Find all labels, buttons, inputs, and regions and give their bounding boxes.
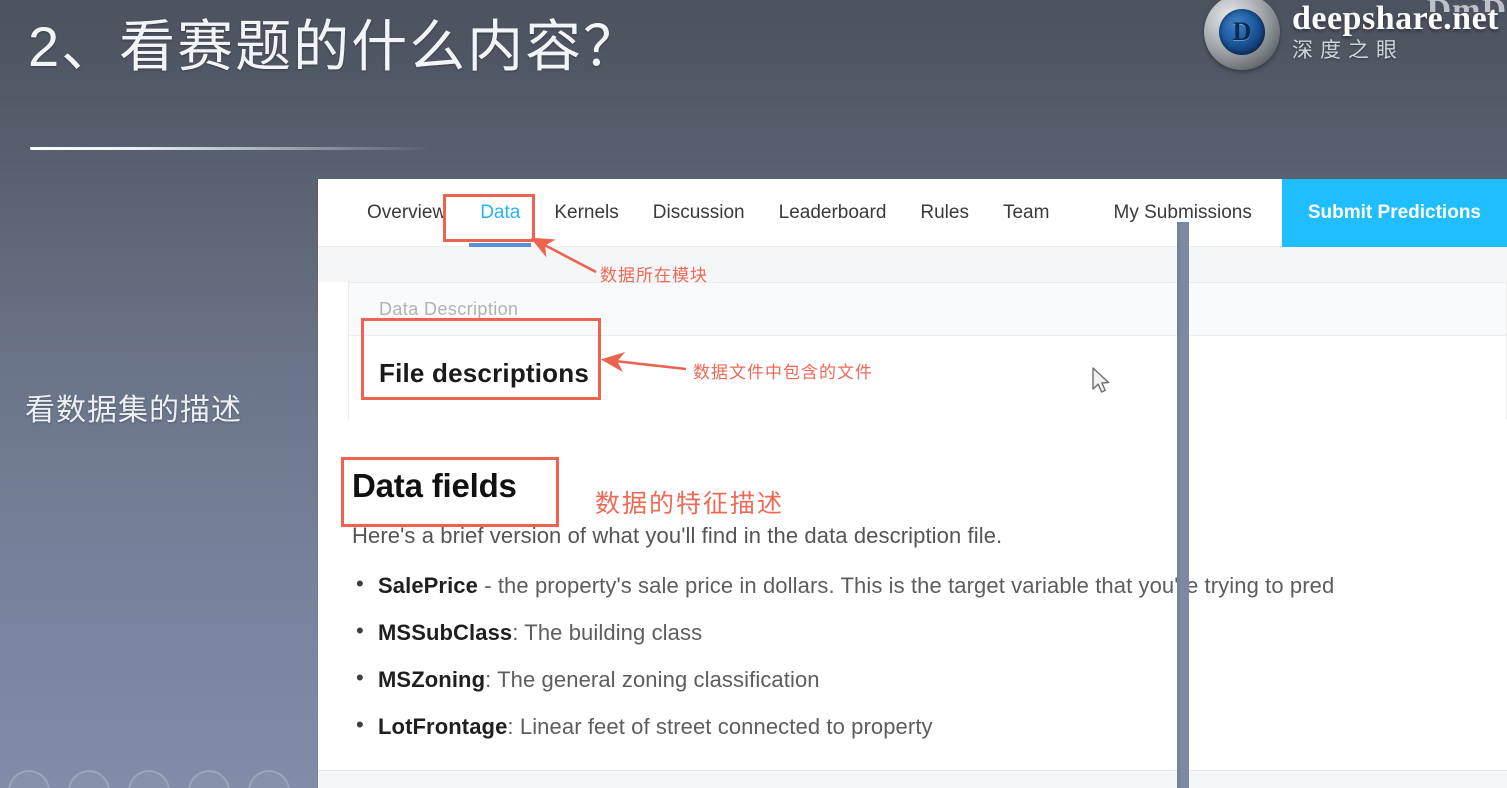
list-item: MSZoning: The general zoning classificat… <box>352 665 1507 693</box>
data-fields-intro: Here's a brief version of what you'll fi… <box>352 523 1003 548</box>
field-description: The general zoning classification <box>497 667 820 692</box>
data-fields-list: SalePrice - the property's sale price in… <box>352 571 1507 740</box>
list-item: MSSubClass: The building class <box>352 618 1507 646</box>
tab-leaderboard[interactable]: Leaderboard <box>762 179 904 247</box>
title-underline-divider <box>30 147 430 150</box>
data-fields-heading: Data fields <box>352 467 517 504</box>
field-name: MSZoning <box>378 667 486 692</box>
field-separator: : <box>512 620 525 645</box>
field-separator: : <box>485 667 498 692</box>
watermark-text: DmD <box>1427 0 1507 12</box>
field-separator: : <box>507 714 520 739</box>
competition-nav-bar: Overview Data Kernels Discussion Leaderb… <box>318 179 1507 247</box>
field-name: SalePrice <box>378 573 478 598</box>
data-description-label: Data Description <box>379 299 519 319</box>
nav-tab-list: Overview Data Kernels Discussion Leaderb… <box>350 179 1066 247</box>
bubble-icon <box>8 770 50 788</box>
decorative-bubbles <box>8 770 290 788</box>
nav-content-gap <box>318 247 1507 282</box>
bubble-icon <box>128 770 170 788</box>
submit-predictions-button[interactable]: Submit Predictions <box>1281 179 1507 247</box>
field-description: the property's sale price in dollars. Th… <box>497 573 1335 598</box>
bubble-icon <box>188 770 230 788</box>
tab-data[interactable]: Data <box>463 179 537 247</box>
field-separator: - <box>477 573 498 598</box>
slide-canvas: 2、看赛题的什么内容？ D deepshare.net 深度之眼 DmD 看数据… <box>0 0 1507 788</box>
tab-discussion[interactable]: Discussion <box>636 179 762 247</box>
data-description-card-body: File descriptions <box>349 336 1506 419</box>
field-description: The building class <box>524 620 703 645</box>
list-item: SalePrice - the property's sale price in… <box>352 571 1507 599</box>
bubble-icon <box>68 770 110 788</box>
field-name: MSSubClass <box>378 620 513 645</box>
data-description-card-header: Data Description <box>349 283 1506 336</box>
deepshare-eye-icon: D <box>1203 0 1280 70</box>
brand-subtitle: 深度之眼 <box>1291 39 1404 62</box>
mouse-cursor-icon <box>1092 367 1110 393</box>
screenshot-bottom-strip <box>318 770 1507 788</box>
screenshot-right-edge <box>1177 222 1189 788</box>
data-fields-section: Data fields Here's a brief version of wh… <box>318 419 1507 740</box>
page-title: 2、看赛题的什么内容？ <box>28 15 642 78</box>
tab-overview[interactable]: Overview <box>350 179 463 247</box>
list-item: LotFrontage: Linear feet of street conne… <box>352 712 1507 740</box>
data-description-card: Data Description File descriptions <box>348 282 1507 419</box>
left-caption: 看数据集的描述 <box>25 394 242 427</box>
nav-actions: My Submissions Submit Predictions <box>1084 179 1507 247</box>
field-description: Linear feet of street connected to prope… <box>519 714 933 739</box>
field-name: LotFrontage <box>378 714 508 739</box>
tab-rules[interactable]: Rules <box>903 179 986 247</box>
bubble-icon <box>248 770 290 788</box>
tab-team[interactable]: Team <box>986 179 1066 247</box>
logo-letter: D <box>1232 17 1252 46</box>
kaggle-screenshot: Overview Data Kernels Discussion Leaderb… <box>318 179 1507 788</box>
file-descriptions-heading: File descriptions <box>379 358 590 388</box>
tab-kernels[interactable]: Kernels <box>537 179 635 247</box>
my-submissions-link[interactable]: My Submissions <box>1084 202 1282 224</box>
